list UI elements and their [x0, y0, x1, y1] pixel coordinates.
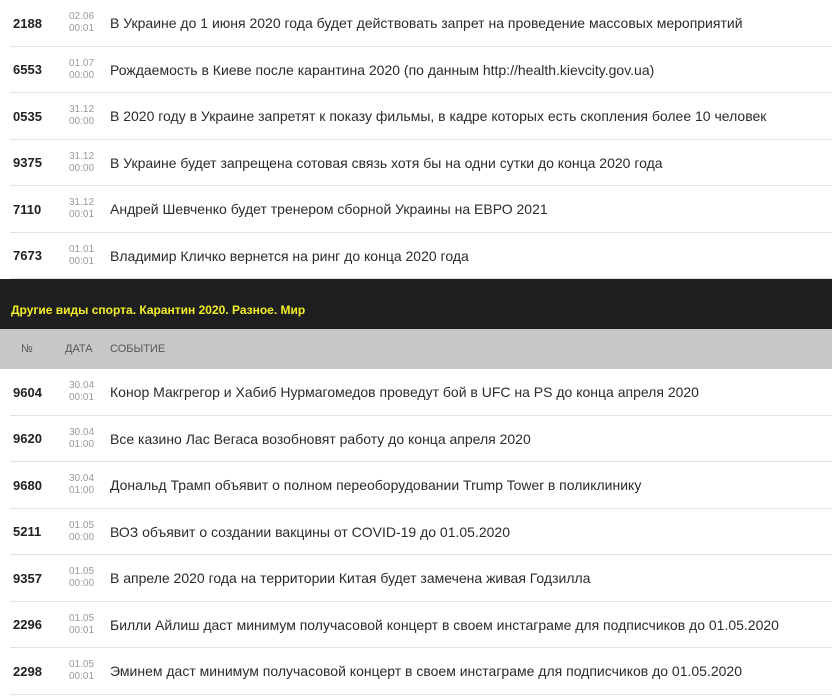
event-id: 9357: [13, 570, 42, 586]
event-title[interactable]: Эминем даст минимум получасовой концерт …: [110, 663, 832, 679]
table-row[interactable]: 2188 02.06 00:01 В Украине до 1 июня 202…: [0, 0, 832, 47]
table-row[interactable]: 9375 31.12 00:00 В Украине будет запреще…: [0, 139, 832, 186]
table-row[interactable]: 2296 01.05 00:01 Билли Айлиш даст миниму…: [0, 601, 832, 648]
event-date: 01.07 00:00: [52, 58, 110, 82]
event-date: 01.05 00:00: [52, 520, 110, 544]
event-date-time: 01:00: [69, 438, 95, 450]
event-title[interactable]: Андрей Шевченко будет тренером сборной У…: [110, 201, 832, 217]
event-date-day: 30.04: [69, 426, 95, 438]
event-title[interactable]: Билли Айлиш даст минимум получасовой кон…: [110, 617, 832, 633]
event-date-time: 00:01: [69, 23, 95, 35]
table-row[interactable]: 0535 31.12 00:00 В 2020 году в Украине з…: [0, 93, 832, 140]
event-id: 5211: [13, 524, 42, 540]
event-date-time: 00:00: [69, 116, 95, 128]
event-id: 2188: [13, 15, 42, 31]
event-date: 01.01 00:01: [52, 244, 110, 268]
event-date-time: 00:00: [69, 531, 95, 543]
table-row[interactable]: 9680 30.04 01:00 Дональд Трамп объявит о…: [0, 462, 832, 509]
event-date-day: 01.07: [69, 57, 95, 69]
event-date-day: 01.05: [69, 519, 95, 531]
event-date-day: 31.12: [69, 150, 95, 162]
event-id: 9620: [13, 431, 42, 447]
event-date-day: 01.05: [69, 566, 95, 578]
event-id: 9375: [13, 155, 42, 171]
event-date: 31.12 00:00: [52, 104, 110, 128]
event-date: 01.05 00:01: [52, 659, 110, 683]
event-date-time: 00:01: [69, 671, 95, 683]
event-date-day: 30.04: [69, 473, 95, 485]
page: 2188 02.06 00:01 В Украине до 1 июня 202…: [0, 0, 832, 697]
event-date-day: 01.05: [69, 612, 95, 624]
event-title[interactable]: ВОЗ объявит о создании вакцины от COVID-…: [110, 524, 832, 540]
table-row[interactable]: 5211 01.05 00:00 ВОЗ объявит о создании …: [0, 508, 832, 555]
events-table-section: 9604 30.04 00:01 Конор Макгрегор и Хабиб…: [0, 369, 832, 695]
table-row[interactable]: 6553 01.07 00:00 Рождаемость в Киеве пос…: [0, 46, 832, 93]
event-date-day: 31.12: [69, 197, 95, 209]
event-id: 9604: [13, 384, 42, 400]
event-date-day: 31.12: [69, 104, 95, 116]
event-date-time: 00:01: [69, 392, 95, 404]
event-date: 01.05 00:00: [52, 566, 110, 590]
table-row[interactable]: 7110 31.12 00:01 Андрей Шевченко будет т…: [0, 186, 832, 233]
column-header-event: СОБЫТИЕ: [110, 343, 166, 355]
event-title[interactable]: Все казино Лас Вегаса возобновят работу …: [110, 431, 832, 447]
column-header-date: ДАТА: [65, 343, 93, 355]
event-title[interactable]: Рождаемость в Киеве после карантина 2020…: [110, 62, 832, 78]
event-id: 7110: [13, 201, 42, 217]
event-date-time: 00:01: [69, 255, 95, 267]
event-date: 31.12 00:00: [52, 151, 110, 175]
event-date-time: 00:00: [69, 578, 95, 590]
event-date-time: 00:00: [69, 162, 95, 174]
event-date-day: 02.06: [69, 11, 95, 23]
event-date: 01.05 00:01: [52, 613, 110, 637]
event-id: 0535: [13, 108, 42, 124]
section-divider: [0, 279, 832, 291]
event-title[interactable]: Конор Макгрегор и Хабиб Нурмагомедов про…: [110, 384, 832, 400]
event-date: 30.04 00:01: [52, 380, 110, 404]
event-date-time: 00:00: [69, 69, 95, 81]
event-date-time: 01:00: [69, 485, 95, 497]
event-id: 9680: [13, 477, 42, 493]
event-date-time: 00:01: [69, 624, 95, 636]
column-header-row: № ДАТА СОБЫТИЕ: [0, 329, 832, 369]
event-title[interactable]: Дональд Трамп объявит о полном переобору…: [110, 477, 832, 493]
event-title[interactable]: Владимир Кличко вернется на ринг до конц…: [110, 248, 832, 264]
event-date-day: 01.05: [69, 659, 95, 671]
event-title[interactable]: В 2020 году в Украине запретят к показу …: [110, 108, 832, 124]
section-header: Другие виды спорта. Карантин 2020. Разно…: [0, 291, 832, 329]
table-row[interactable]: 2298 01.05 00:01 Эминем даст минимум пол…: [0, 648, 832, 695]
table-row[interactable]: 9620 30.04 01:00 Все казино Лас Вегаса в…: [0, 415, 832, 462]
event-date-day: 01.01: [69, 243, 95, 255]
event-title[interactable]: В Украине будет запрещена сотовая связь …: [110, 155, 832, 171]
table-row[interactable]: 9357 01.05 00:00 В апреле 2020 года на т…: [0, 555, 832, 602]
event-date: 30.04 01:00: [52, 473, 110, 497]
event-date: 02.06 00:01: [52, 11, 110, 35]
event-date-time: 00:01: [69, 209, 95, 221]
events-table-top: 2188 02.06 00:01 В Украине до 1 июня 202…: [0, 0, 832, 279]
event-title[interactable]: В Украине до 1 июня 2020 года будет дейс…: [110, 15, 832, 31]
event-date: 30.04 01:00: [52, 427, 110, 451]
section-title: Другие виды спорта. Карантин 2020. Разно…: [11, 303, 306, 317]
event-title[interactable]: В апреле 2020 года на территории Китая б…: [110, 570, 832, 586]
event-id: 2296: [13, 617, 42, 633]
column-header-number: №: [21, 343, 33, 355]
event-date: 31.12 00:01: [52, 197, 110, 221]
event-id: 7673: [13, 248, 42, 264]
table-row[interactable]: 9604 30.04 00:01 Конор Макгрегор и Хабиб…: [0, 369, 832, 416]
event-id: 2298: [13, 663, 42, 679]
event-date-day: 30.04: [69, 380, 95, 392]
table-row[interactable]: 7673 01.01 00:01 Владимир Кличко вернетс…: [0, 232, 832, 279]
event-id: 6553: [13, 62, 42, 78]
